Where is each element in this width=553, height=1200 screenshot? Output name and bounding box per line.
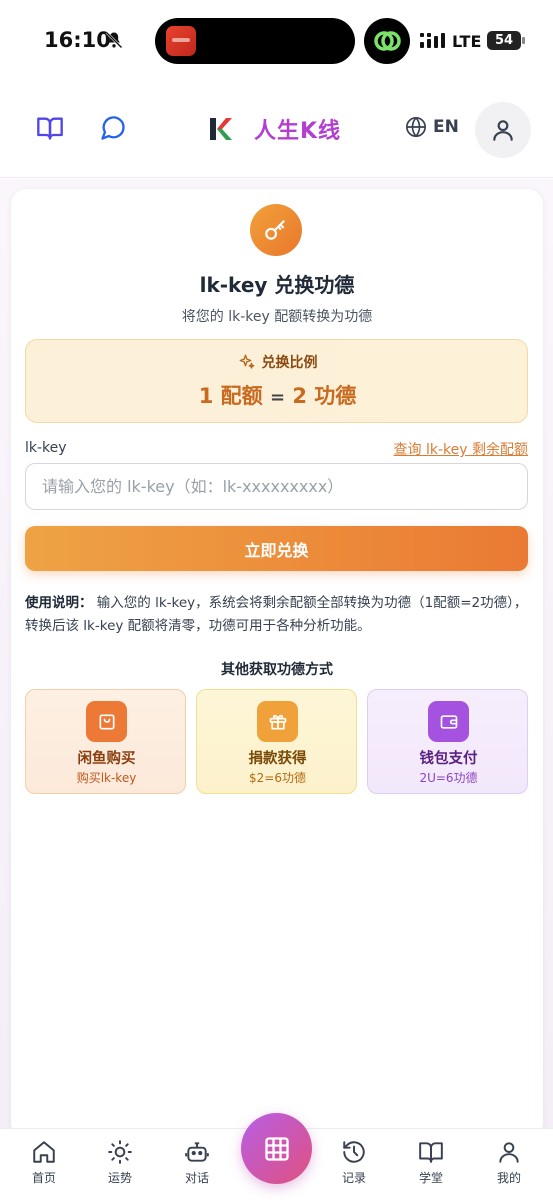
method-name: 钱包支付 xyxy=(419,751,478,767)
method-desc: $2=6功德 xyxy=(249,771,306,785)
profile-button[interactable] xyxy=(475,102,531,158)
book-open-icon xyxy=(419,1142,443,1163)
lk-key-input[interactable] xyxy=(25,463,528,510)
user-icon xyxy=(499,1142,519,1163)
method-wallet-payment[interactable]: 钱包支付 2U=6功德 xyxy=(367,689,528,794)
nav-label: 对话 xyxy=(184,1171,209,1185)
link-icon[interactable] xyxy=(364,18,410,64)
dynamic-island xyxy=(155,18,355,64)
globe-icon xyxy=(406,117,426,137)
sparkle-icon xyxy=(239,354,254,369)
nav-label: 首页 xyxy=(31,1171,56,1185)
exchange-ratio-box: 兑换比例 1 配额 = 2 功德 xyxy=(25,339,528,423)
nav-fortune[interactable]: 运势 xyxy=(90,1139,150,1191)
nav-label: 运势 xyxy=(107,1171,132,1185)
method-xianyu-purchase[interactable]: 闲鱼购买 购买lk-key xyxy=(25,689,186,794)
live-activity-app-icon[interactable] xyxy=(166,26,196,56)
nav-label: 学堂 xyxy=(418,1171,443,1185)
sun-icon xyxy=(108,1140,132,1164)
shopping-bag-icon xyxy=(86,701,127,742)
nav-label: 我的 xyxy=(496,1171,521,1185)
redeem-button[interactable]: 立即兑换 xyxy=(25,526,528,571)
nav-records[interactable]: 记录 xyxy=(324,1139,384,1191)
method-donation[interactable]: 捐款获得 $2=6功德 xyxy=(196,689,357,794)
method-name: 闲鱼购买 xyxy=(77,751,136,767)
usage-note: 使用说明： 输入您的 lk-key，系统会将剩余配额全部转换为功德（1配额=2功… xyxy=(25,592,528,638)
brand-name: 人生K线 xyxy=(254,119,342,144)
wallet-icon xyxy=(428,701,469,742)
brand-logo-icon xyxy=(210,118,232,140)
book-open-icon[interactable] xyxy=(34,112,66,144)
signal-icon xyxy=(420,33,445,48)
bell-muted-icon xyxy=(105,31,123,49)
network-type: LTE xyxy=(452,32,482,51)
nav-chat[interactable]: 对话 xyxy=(167,1139,227,1191)
ratio-value: 1 配额 = 2 功德 xyxy=(26,380,529,410)
language-switch[interactable]: EN xyxy=(405,116,459,138)
query-quota-link[interactable]: 查询 lk-key 剩余配额 xyxy=(394,439,528,459)
lk-key-label: lk-key xyxy=(25,440,67,456)
chat-bubble-icon[interactable] xyxy=(97,112,129,144)
ratio-left: 1 配额 xyxy=(198,384,263,408)
page-subtitle: 将您的 lk-key 配额转换为功德 xyxy=(181,309,373,325)
nav-home[interactable]: 首页 xyxy=(14,1139,74,1191)
status-bar: 16:10 LTE 54 xyxy=(0,0,553,82)
status-time: 16:10 xyxy=(44,28,111,52)
method-desc: 2U=6功德 xyxy=(419,771,478,785)
ratio-header: 兑换比例 xyxy=(26,352,529,372)
usage-title: 使用说明： xyxy=(25,595,93,611)
gift-icon xyxy=(257,701,298,742)
home-icon xyxy=(33,1141,55,1163)
method-desc: 购买lk-key xyxy=(76,771,137,785)
page-title: lk-key 兑换功德 xyxy=(199,273,355,297)
language-label: EN xyxy=(433,117,459,137)
redeem-card: lk-key 兑换功德 将您的 lk-key 配额转换为功德 兑换比例 1 配额… xyxy=(11,189,543,1139)
nav-academy[interactable]: 学堂 xyxy=(401,1139,461,1191)
usage-text: 输入您的 lk-key，系统会将剩余配额全部转换为功德（1配额=2功德），转换后… xyxy=(25,595,528,634)
nav-label: 记录 xyxy=(341,1171,366,1185)
user-icon xyxy=(493,120,513,141)
brand[interactable]: 人生K线 xyxy=(206,112,341,146)
key-icon xyxy=(250,204,302,256)
robot-icon xyxy=(185,1142,209,1162)
battery-icon: 54 xyxy=(487,31,525,50)
nav-mine[interactable]: 我的 xyxy=(479,1139,539,1191)
other-methods-title: 其他获取功德方式 xyxy=(221,662,333,678)
ratio-label: 兑换比例 xyxy=(261,355,318,371)
app-header: 人生K线 EN xyxy=(0,82,553,178)
grid-icon xyxy=(264,1136,289,1161)
ratio-right: 2 功德 xyxy=(292,384,357,408)
method-name: 捐款获得 xyxy=(248,751,307,767)
history-icon xyxy=(343,1141,365,1163)
center-grid-button[interactable] xyxy=(241,1113,312,1184)
ratio-equals: = xyxy=(269,387,286,408)
